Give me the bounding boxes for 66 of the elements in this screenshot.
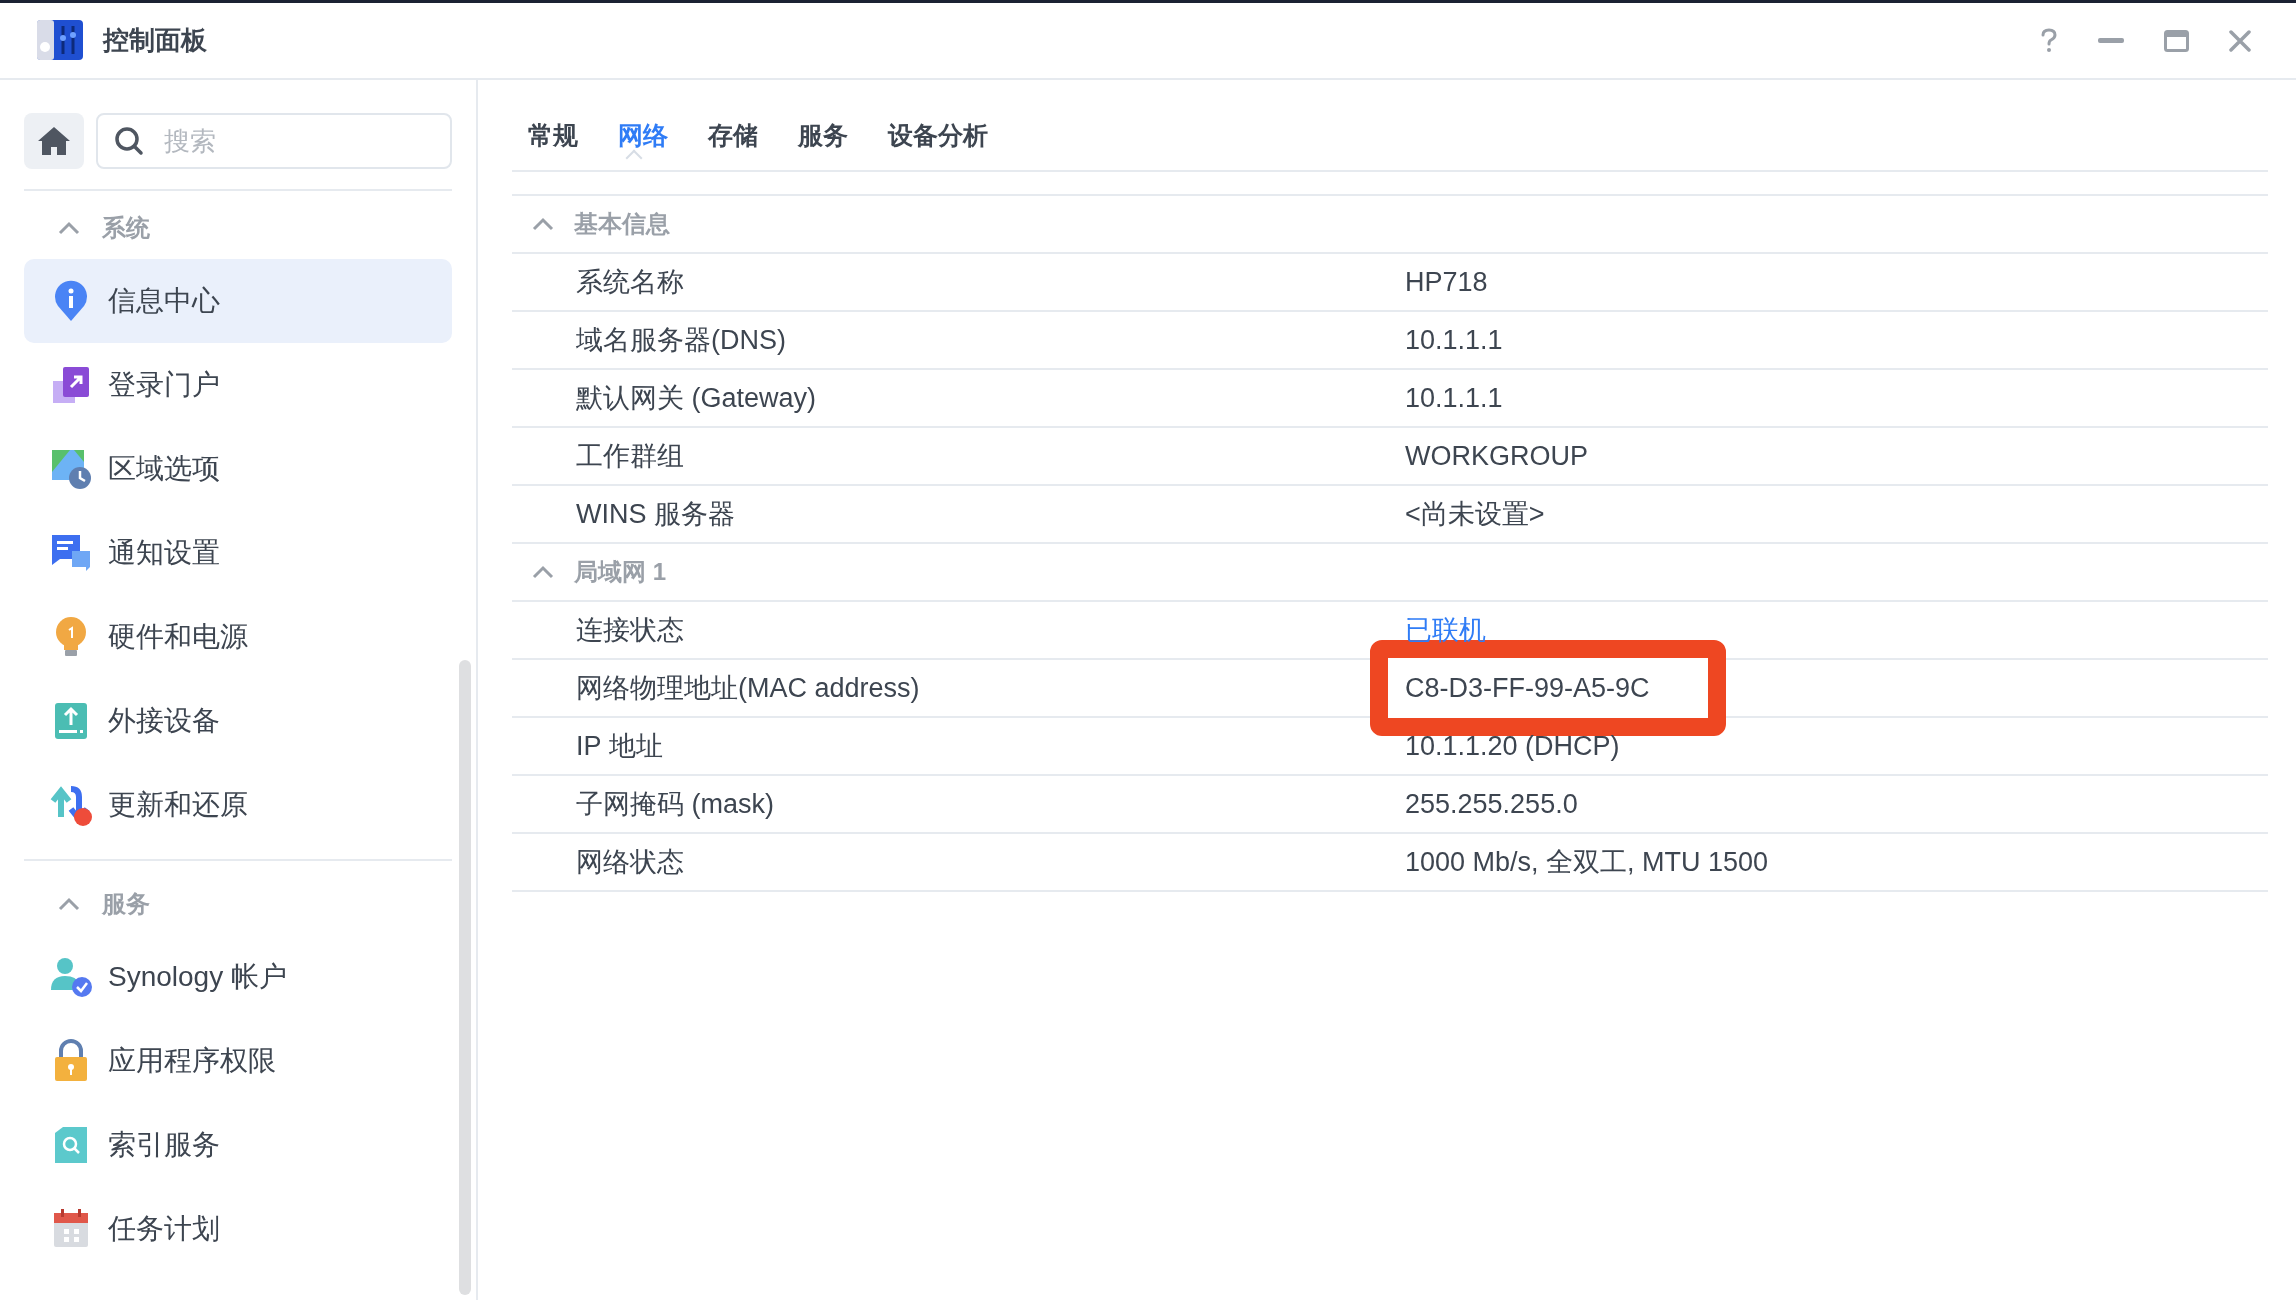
chat-bubbles-icon (50, 533, 92, 573)
property-label: WINS 服务器 (575, 497, 736, 531)
property-value: <尚未设置> (1405, 497, 1545, 531)
property-label: 默认网关 (Gateway) (575, 381, 818, 415)
search-document-icon (53, 1125, 89, 1165)
section-title: 局域网 1 (574, 557, 666, 587)
status-link[interactable]: 已联机 (1405, 609, 1486, 651)
sidebar-item[interactable]: 索引服务 (24, 1103, 452, 1187)
property-label: IP 地址 (575, 729, 664, 763)
tab[interactable]: 常规 (512, 80, 594, 170)
group-title: 服务 (102, 889, 150, 919)
chevron-icon[interactable] (58, 897, 80, 911)
group-title: 系统 (102, 213, 150, 243)
property-value: C8-D3-FF-99-A5-9C (1405, 671, 1650, 705)
property-label: 连接状态 (575, 613, 685, 647)
close-icon[interactable] (2229, 29, 2251, 52)
user-check-icon (49, 956, 93, 998)
window-title: 控制面板 (103, 24, 207, 57)
maximize-icon[interactable] (2164, 29, 2189, 52)
sidebar-item[interactable]: 外接设备 (24, 679, 452, 763)
sidebar-item[interactable]: 信息中心 (24, 259, 452, 343)
portal-arrow-icon (51, 365, 91, 405)
sidebar-item[interactable]: 应用程序权限 (24, 1019, 452, 1103)
sidebar-item[interactable]: 任务计划 (24, 1187, 452, 1271)
property-value: 10.1.1.1 (1405, 323, 1503, 357)
chevron-icon[interactable] (532, 565, 554, 579)
sidebar-item[interactable]: 登录门户 (24, 343, 452, 427)
sidebar-item[interactable]: 区域选项 (24, 427, 452, 511)
home-button[interactable] (24, 113, 84, 169)
section-title: 基本信息 (574, 209, 670, 239)
tab[interactable]: 存储 (692, 80, 774, 170)
search-icon (114, 126, 144, 156)
tab[interactable]: 网络 (602, 80, 684, 170)
property-value: HP718 (1405, 265, 1488, 299)
chevron-icon[interactable] (532, 217, 554, 231)
info-marker-icon (54, 280, 88, 322)
property-value: 255.255.255.0 (1405, 787, 1578, 821)
property-label: 子网掩码 (mask) (575, 787, 775, 821)
upload-drive-icon (53, 701, 89, 741)
property-label: 工作群组 (575, 439, 685, 473)
update-arrows-icon (49, 783, 93, 827)
map-clock-icon (50, 448, 92, 490)
property-value: WORKGROUP (1405, 439, 1588, 473)
scrollbar[interactable] (459, 660, 471, 1295)
chevron-icon[interactable] (58, 221, 80, 235)
sidebar-item[interactable]: 硬件和电源 (24, 595, 452, 679)
property-label: 域名服务器(DNS) (575, 323, 787, 357)
light-bulb-icon (54, 616, 88, 658)
property-label: 网络物理地址(MAC address) (575, 671, 921, 705)
property-label: 网络状态 (575, 845, 685, 879)
property-label: 系统名称 (575, 265, 685, 299)
sidebar-item[interactable]: 更新和还原 (24, 763, 452, 847)
tab[interactable]: 服务 (782, 80, 864, 170)
property-value: 10.1.1.1 (1405, 381, 1503, 415)
property-value: 10.1.1.20 (DHCP) (1405, 729, 1620, 763)
app-icon (37, 19, 83, 62)
tab[interactable]: 设备分析 (872, 80, 1004, 170)
help-icon[interactable] (2040, 27, 2058, 54)
sidebar-item[interactable]: Synology 帐户 (24, 935, 452, 1019)
padlock-icon (53, 1039, 89, 1083)
sidebar-item[interactable]: 通知设置 (24, 511, 452, 595)
calendar-icon (52, 1209, 90, 1249)
home-icon (37, 126, 71, 156)
property-value: 1000 Mb/s, 全双工, MTU 1500 (1405, 845, 1769, 879)
minimize-icon[interactable] (2098, 37, 2124, 44)
search-field[interactable]: 搜索 (96, 113, 452, 169)
